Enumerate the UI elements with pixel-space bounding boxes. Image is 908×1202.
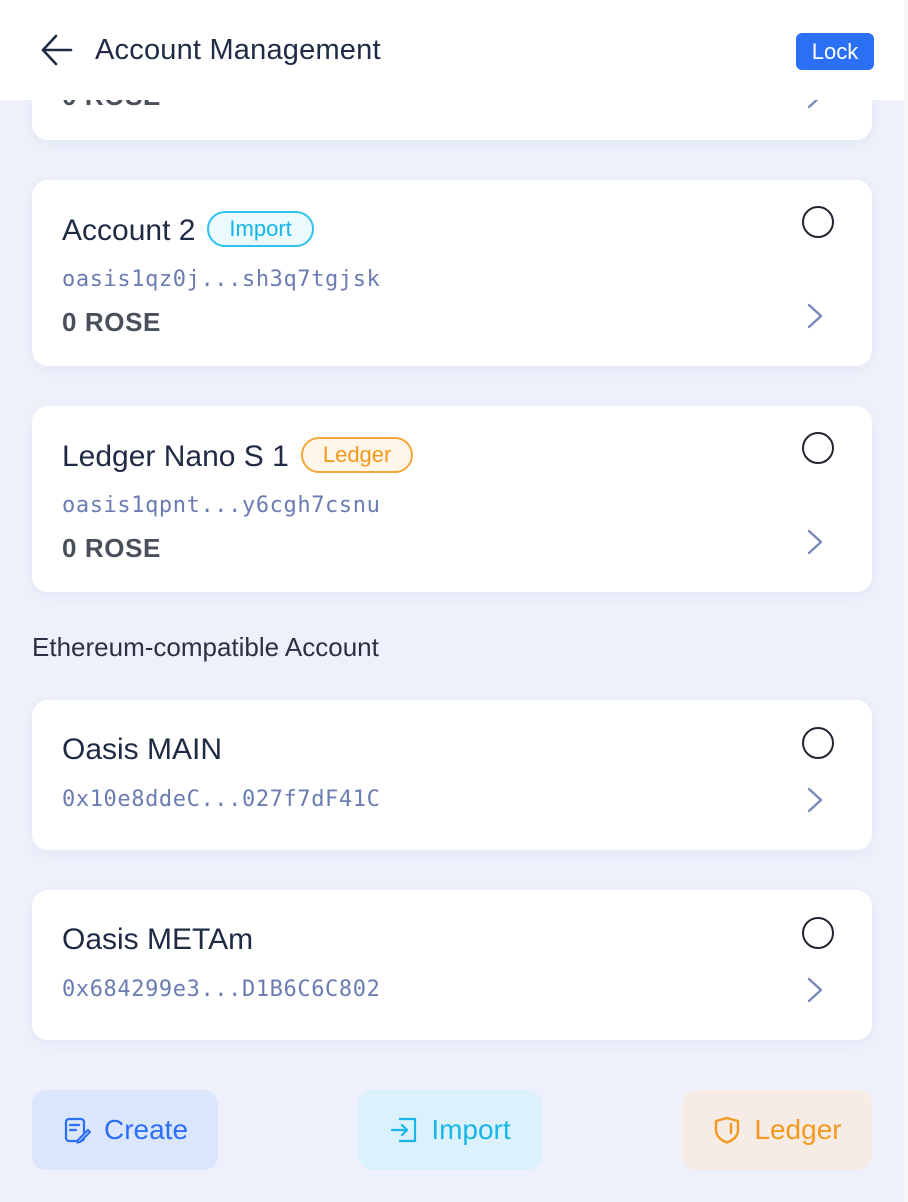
create-label: Create xyxy=(103,1114,189,1145)
chevron-right-icon[interactable] xyxy=(804,786,826,814)
footer-actions: Create Import Ledger xyxy=(0,1060,904,1202)
account-name: Account 2 xyxy=(62,214,196,247)
account-card-ledger-nano-s-1[interactable]: Ledger Nano S 1 Ledger oasis1qpnt...y6cgh… xyxy=(32,406,872,592)
select-account-radio[interactable] xyxy=(802,917,834,949)
window-edge xyxy=(904,0,908,1202)
import-label: Import xyxy=(431,1114,511,1145)
header-bar: Account Management Lock xyxy=(0,0,904,100)
chevron-right-icon[interactable] xyxy=(804,302,826,330)
account-name: Oasis MAIN xyxy=(62,733,223,766)
import-arrow-icon xyxy=(389,1115,419,1145)
lock-button[interactable]: Lock xyxy=(796,33,874,70)
account-balance: 0 ROSE xyxy=(62,307,161,337)
ledger-label: Ledger xyxy=(754,1114,842,1145)
account-address: 0x10e8ddeC...027f7dF41C xyxy=(62,787,381,812)
ledger-badge: Ledger xyxy=(300,437,414,474)
import-badge: Import xyxy=(207,211,314,248)
account-name-row: Account 2 Import xyxy=(62,211,314,250)
account-card-oasis-metam[interactable]: Oasis METAm 0x684299e3...D1B6C6C802 xyxy=(32,890,872,1040)
select-account-radio[interactable] xyxy=(802,727,834,759)
account-card-oasis-main[interactable]: Oasis MAIN 0x10e8ddeC...027f7dF41C xyxy=(32,700,872,850)
back-button[interactable] xyxy=(36,30,76,70)
arrow-left-icon xyxy=(41,34,73,66)
account-address: 0x684299e3...D1B6C6C802 xyxy=(62,977,381,1002)
page-title: Account Management xyxy=(95,34,381,66)
account-address: oasis1qpnt...y6cgh7csnu xyxy=(62,493,381,518)
chevron-right-icon[interactable] xyxy=(804,976,826,1004)
import-account-button[interactable]: Import xyxy=(358,1090,542,1170)
account-name-row: Ledger Nano S 1 Ledger xyxy=(62,437,414,476)
account-management-window: 0 ROSE Account 2 Import oasis1qz0j...sh3q… xyxy=(0,0,905,1202)
account-balance: 0 ROSE xyxy=(62,533,161,563)
shield-icon xyxy=(712,1115,742,1145)
edit-document-icon xyxy=(62,1115,92,1145)
account-name: Oasis METAm xyxy=(62,923,254,956)
create-account-button[interactable]: Create xyxy=(32,1090,218,1170)
account-list[interactable]: 0 ROSE Account 2 Import oasis1qz0j...sh3q… xyxy=(0,0,904,1060)
select-account-radio[interactable] xyxy=(802,432,834,464)
account-card-account-2[interactable]: Account 2 Import oasis1qz0j...sh3q7tgjsk … xyxy=(32,180,872,366)
select-account-radio[interactable] xyxy=(802,206,834,238)
ledger-connect-button[interactable]: Ledger xyxy=(682,1090,872,1170)
account-name: Ledger Nano S 1 xyxy=(62,440,289,473)
account-address: oasis1qz0j...sh3q7tgjsk xyxy=(62,267,381,292)
chevron-right-icon[interactable] xyxy=(804,528,826,556)
section-heading-ethereum: Ethereum-compatible Account xyxy=(32,632,379,662)
